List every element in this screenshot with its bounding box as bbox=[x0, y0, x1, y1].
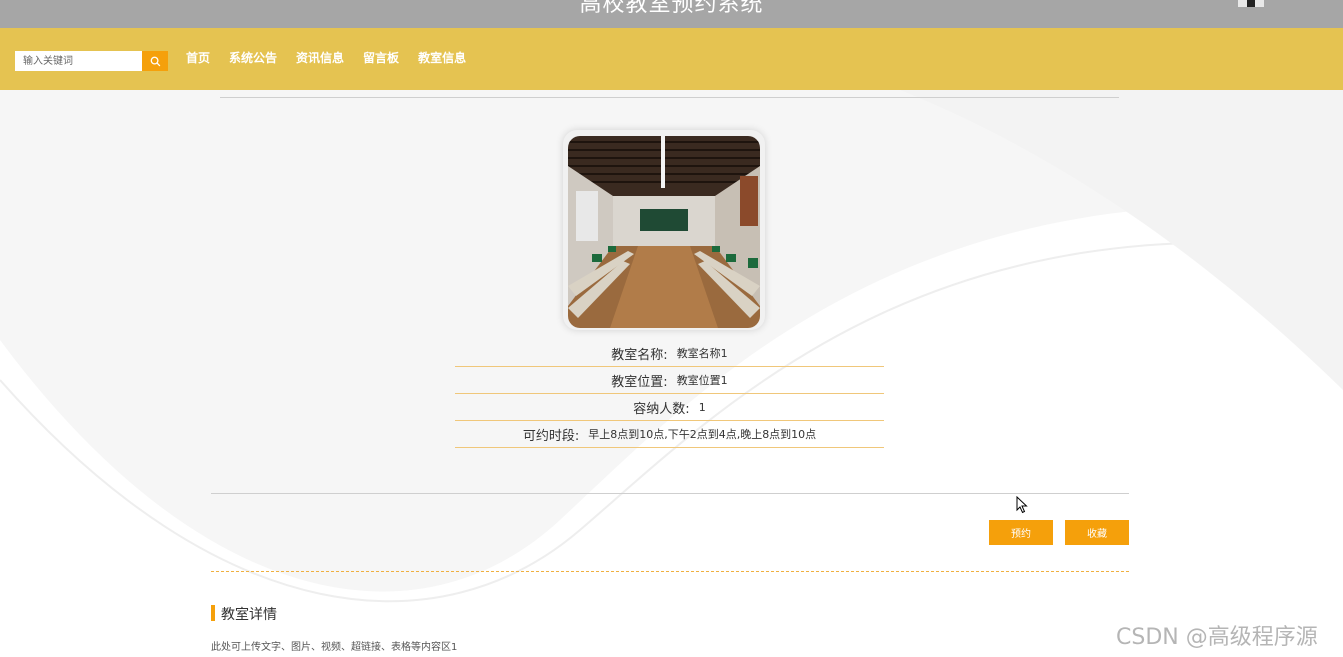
classroom-photo-frame bbox=[563, 130, 765, 330]
detail-section-title: 教室详情 bbox=[221, 607, 277, 623]
field-label: 教室位置: bbox=[611, 374, 668, 390]
classroom-photo[interactable] bbox=[568, 136, 760, 328]
field-label: 容纳人数: bbox=[633, 401, 690, 417]
favorite-button[interactable]: 收藏 bbox=[1065, 520, 1129, 545]
field-label: 可约时段: bbox=[522, 428, 580, 444]
main-menu: 首页 系统公告 资讯信息 留言板 教室信息 bbox=[186, 50, 466, 66]
nav-item-classrooms[interactable]: 教室信息 bbox=[418, 50, 466, 66]
field-value: 早上8点到10点,下午2点到4点,晚上8点到10点 bbox=[588, 428, 817, 441]
search-icon bbox=[150, 56, 160, 66]
divider bbox=[220, 97, 1119, 98]
divider bbox=[211, 493, 1129, 494]
search-input[interactable] bbox=[15, 51, 142, 71]
field-value: 1 bbox=[698, 400, 706, 414]
nav-item-news[interactable]: 资讯信息 bbox=[296, 50, 344, 66]
nav-item-home[interactable]: 首页 bbox=[186, 50, 210, 66]
book-button[interactable]: 预约 bbox=[989, 520, 1053, 545]
main-content: 教室名称: 教室名称1 教室位置: 教室位置1 容纳人数: 1 可约时段: 早上… bbox=[0, 90, 1343, 657]
search-button[interactable] bbox=[142, 51, 168, 71]
info-row-capacity: 容纳人数: 1 bbox=[455, 394, 884, 421]
section-marker bbox=[211, 605, 215, 621]
watermark: CSDN @高级程序源 bbox=[1116, 625, 1318, 650]
field-value: 教室位置1 bbox=[676, 374, 728, 387]
user-avatar[interactable] bbox=[1238, 0, 1264, 7]
field-label: 教室名称: bbox=[611, 347, 668, 363]
classroom-info-table: 教室名称: 教室名称1 教室位置: 教室位置1 容纳人数: 1 可约时段: 早上… bbox=[455, 340, 884, 448]
nav-item-announcements[interactable]: 系统公告 bbox=[229, 50, 277, 66]
info-row-time-slots: 可约时段: 早上8点到10点,下午2点到4点,晚上8点到10点 bbox=[455, 421, 884, 448]
title-bar: 高校教室预约系统 bbox=[0, 0, 1343, 28]
dashed-divider bbox=[211, 571, 1129, 572]
nav-bar: 首页 系统公告 资讯信息 留言板 教室信息 bbox=[0, 28, 1343, 90]
nav-item-message-board[interactable]: 留言板 bbox=[363, 50, 399, 66]
mouse-cursor-icon bbox=[1016, 496, 1028, 514]
info-row-name: 教室名称: 教室名称1 bbox=[455, 340, 884, 367]
site-title: 高校教室预约系统 bbox=[579, 0, 764, 17]
field-value: 教室名称1 bbox=[676, 347, 728, 360]
detail-content: 此处可上传文字、图片、视频、超链接、表格等内容区1 bbox=[211, 642, 458, 653]
info-row-location: 教室位置: 教室位置1 bbox=[455, 367, 884, 394]
